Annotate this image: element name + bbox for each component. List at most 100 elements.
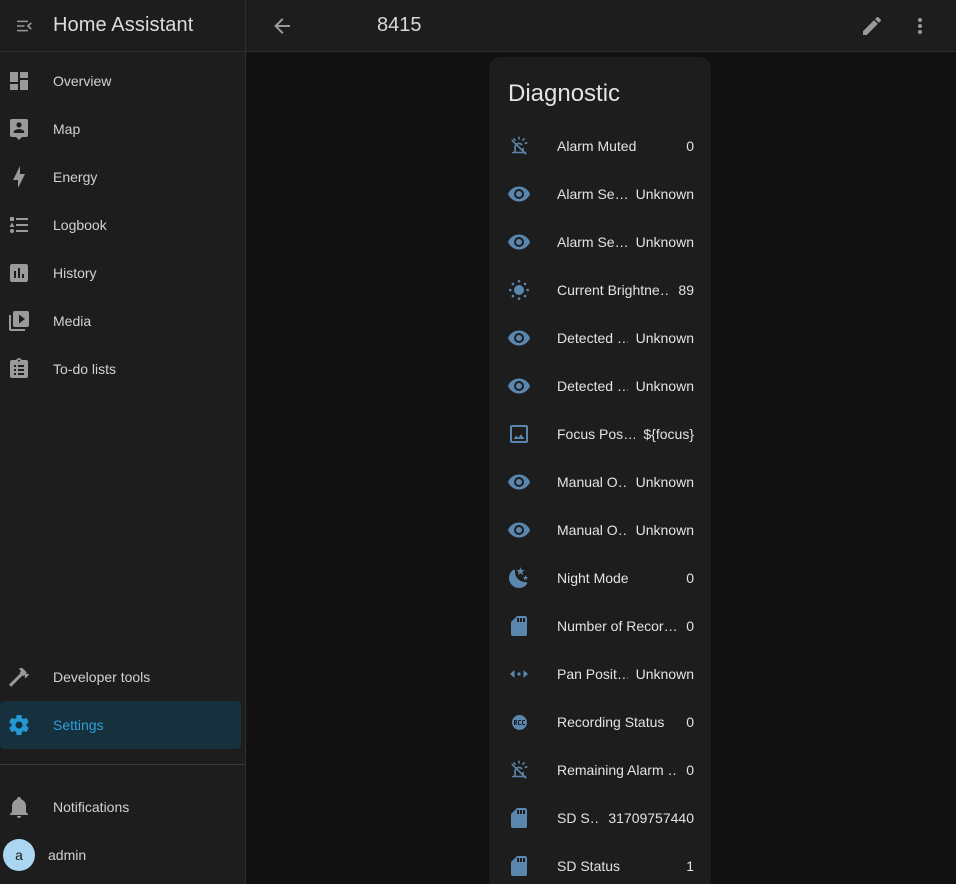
notifications-label: Notifications xyxy=(53,799,129,815)
entity-row[interactable]: Pan Posit…Unknown xyxy=(489,650,711,698)
entity-row[interactable]: Recording Status0 xyxy=(489,698,711,746)
sidebar-footer: Notifications a admin xyxy=(0,778,245,884)
entity-row[interactable]: Current Brightne…89 xyxy=(489,266,711,314)
sidebar-item-history[interactable]: History xyxy=(0,249,241,297)
entity-row[interactable]: Manual O… Unknown xyxy=(489,506,711,554)
entity-row[interactable]: Number of Recor… 0 xyxy=(489,602,711,650)
sd-card-icon xyxy=(507,806,531,830)
record-rec-icon xyxy=(507,710,531,734)
entity-name: Detected … xyxy=(557,378,628,394)
sidebar-item-label: Overview xyxy=(53,73,111,89)
sidebar-item-developer-tools[interactable]: Developer tools xyxy=(0,653,241,701)
back-button[interactable] xyxy=(264,8,300,44)
app-title: Home Assistant xyxy=(53,14,193,37)
format-list-bulleted-icon xyxy=(7,213,31,237)
sidebar-toggle-button[interactable] xyxy=(8,8,44,44)
header-actions xyxy=(854,8,938,44)
entity-row[interactable]: SD Status1 xyxy=(489,842,711,884)
entity-name: SD S… xyxy=(557,810,600,826)
avatar: a xyxy=(3,839,35,871)
entity-name: Manual O… xyxy=(557,474,628,490)
entity-state: 0 xyxy=(686,570,694,586)
chart-box-icon xyxy=(7,261,31,285)
eye-icon xyxy=(507,518,531,542)
play-box-multiple-icon xyxy=(7,309,31,333)
menu-toggle-icon xyxy=(14,14,38,38)
entity-name: Alarm Se… xyxy=(557,186,628,202)
edit-button[interactable] xyxy=(854,8,890,44)
entity-state: 0 xyxy=(686,618,694,634)
sidebar-item-label: Developer tools xyxy=(53,669,150,685)
entity-row[interactable]: Focus Pos…${focus} xyxy=(489,410,711,458)
page-title: 8415 xyxy=(377,14,422,37)
entity-row[interactable]: Remaining Alarm … 0 xyxy=(489,746,711,794)
diagnostic-card: Diagnostic Alarm Muted0Alarm Se…UnknownA… xyxy=(489,57,711,884)
entity-state: 89 xyxy=(678,282,694,298)
sidebar-item-media[interactable]: Media xyxy=(0,297,241,345)
entity-name: Detected … xyxy=(557,330,628,346)
sidebar-spacer xyxy=(0,393,245,648)
sidebar-item-to-do-lists[interactable]: To-do lists xyxy=(0,345,241,393)
main-area: 8415 Diagnostic Alarm Muted0Alarm Se…Unk… xyxy=(246,0,956,884)
sd-card-icon xyxy=(507,854,531,878)
entity-name: Recording Status xyxy=(557,714,678,730)
entity-name: Number of Recor… xyxy=(557,618,678,634)
sidebar-item-label: Logbook xyxy=(53,217,107,233)
eye-icon xyxy=(507,470,531,494)
entity-name: Alarm Se… xyxy=(557,234,628,250)
entity-state: Unknown xyxy=(636,330,694,346)
sd-card-icon xyxy=(507,614,531,638)
view-dashboard-icon xyxy=(7,69,31,93)
overflow-menu-button[interactable] xyxy=(902,8,938,44)
sidebar-item-overview[interactable]: Overview xyxy=(0,57,241,105)
eye-icon xyxy=(507,182,531,206)
entity-name: SD Status xyxy=(557,858,678,874)
entity-row[interactable]: Alarm Se… Unknown xyxy=(489,170,711,218)
entity-row[interactable]: Alarm Muted 0 xyxy=(489,122,711,170)
entity-state: Unknown xyxy=(636,186,694,202)
entity-row[interactable]: Night Mode0 xyxy=(489,554,711,602)
sidebar-item-logbook[interactable]: Logbook xyxy=(0,201,241,249)
entity-state: 0 xyxy=(686,762,694,778)
sidebar-item-notifications[interactable]: Notifications xyxy=(0,783,241,831)
sidebar-item-label: Settings xyxy=(53,717,104,733)
main-header: 8415 xyxy=(246,0,956,52)
user-name: admin xyxy=(48,847,86,863)
entity-row[interactable]: Detected … Unknown xyxy=(489,314,711,362)
sidebar: Home Assistant Overview Map Energy Logbook H… xyxy=(0,0,246,884)
sidebar-tools-menu: Developer tools Settings xyxy=(0,648,245,749)
sidebar-header: Home Assistant xyxy=(0,0,245,52)
entity-row[interactable]: Alarm Se… Unknown xyxy=(489,218,711,266)
bell-icon xyxy=(7,795,31,819)
entity-state: 31709757440 xyxy=(608,810,694,826)
sidebar-user-profile[interactable]: a admin xyxy=(0,831,245,879)
eye-icon xyxy=(507,230,531,254)
sidebar-menu: Overview Map Energy Logbook History MediaTo-d… xyxy=(0,52,245,393)
entity-row[interactable]: Detected …Unknown xyxy=(489,362,711,410)
eye-icon xyxy=(507,374,531,398)
entity-state: Unknown xyxy=(636,234,694,250)
entity-list: Alarm Muted 0 Alarm Se… Unknown Alarm Se… Unk… xyxy=(489,122,711,884)
sidebar-item-label: History xyxy=(53,265,97,281)
sidebar-item-energy[interactable]: Energy xyxy=(0,153,241,201)
sidebar-divider xyxy=(0,764,245,765)
entity-row[interactable]: SD S… 31709757440 xyxy=(489,794,711,842)
pencil-icon xyxy=(860,14,884,38)
dots-vertical-icon xyxy=(908,14,932,38)
lightning-bolt-icon xyxy=(7,165,31,189)
sidebar-item-label: Energy xyxy=(53,169,97,185)
entity-state: 0 xyxy=(686,138,694,154)
brightness-icon xyxy=(507,278,531,302)
entity-name: Remaining Alarm … xyxy=(557,762,678,778)
entity-state: Unknown xyxy=(636,666,694,682)
eye-icon xyxy=(507,326,531,350)
alarm-light-off-icon xyxy=(507,134,531,158)
sidebar-item-settings[interactable]: Settings xyxy=(0,701,241,749)
pan-horizontal-icon xyxy=(507,662,531,686)
entity-name: Manual O… xyxy=(557,522,628,538)
entity-state: Unknown xyxy=(636,522,694,538)
entity-row[interactable]: Manual O…Unknown xyxy=(489,458,711,506)
entity-name: Alarm Muted xyxy=(557,138,678,154)
weather-night-icon xyxy=(507,566,531,590)
sidebar-item-map[interactable]: Map xyxy=(0,105,241,153)
